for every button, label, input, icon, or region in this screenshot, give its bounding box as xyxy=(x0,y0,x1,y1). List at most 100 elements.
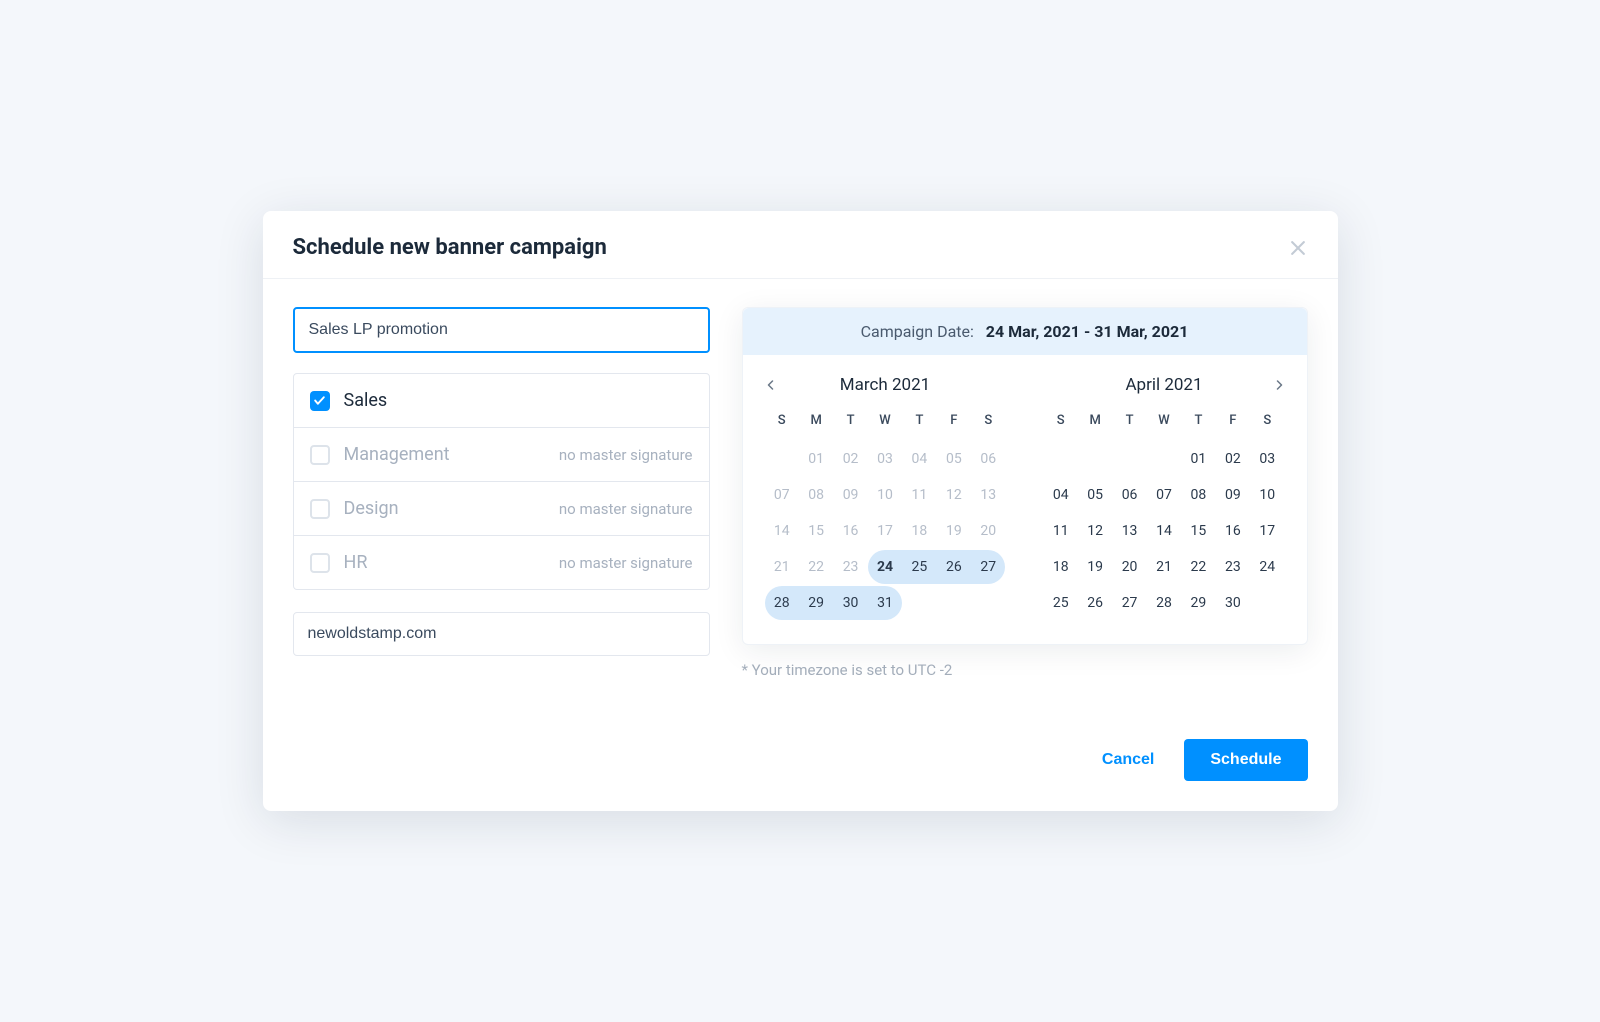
calendar-day[interactable]: 13 xyxy=(971,478,1005,512)
calendar-day[interactable]: 19 xyxy=(937,514,971,548)
department-checkbox[interactable] xyxy=(310,499,330,519)
calendar-day[interactable]: 04 xyxy=(1044,478,1078,512)
calendar-day[interactable]: 12 xyxy=(937,478,971,512)
calendar-day[interactable]: 12 xyxy=(1078,514,1112,548)
calendar-day[interactable]: 25 xyxy=(1044,586,1078,620)
dow-label: F xyxy=(1216,407,1250,434)
dow-label: T xyxy=(902,407,936,434)
calendar-day[interactable]: 23 xyxy=(833,550,867,584)
modal-body: SalesManagementno master signatureDesign… xyxy=(263,279,1338,679)
department-label: Management xyxy=(344,444,545,465)
calendar-day[interactable]: 19 xyxy=(1078,550,1112,584)
calendar-day[interactable]: 26 xyxy=(1078,586,1112,620)
calendar-day[interactable]: 01 xyxy=(1181,442,1215,476)
calendar-day[interactable]: 28 xyxy=(765,586,799,620)
calendar-day[interactable]: 08 xyxy=(1181,478,1215,512)
calendar-day xyxy=(1044,442,1078,476)
department-checkbox[interactable] xyxy=(310,391,330,411)
calendar-day[interactable]: 24 xyxy=(868,550,902,584)
calendar-day[interactable]: 04 xyxy=(902,442,936,476)
department-label: Sales xyxy=(344,390,693,411)
calendar-day[interactable]: 31 xyxy=(868,586,902,620)
campaign-url-input[interactable] xyxy=(293,612,710,656)
month-grid: 0102030405060708091011121314151617181920… xyxy=(765,442,1006,620)
calendar-day[interactable]: 27 xyxy=(1112,586,1146,620)
calendar-day[interactable]: 26 xyxy=(937,550,971,584)
month-head: April 2021 xyxy=(1044,369,1285,407)
calendar-day[interactable]: 03 xyxy=(1250,442,1284,476)
calendar-day[interactable]: 22 xyxy=(799,550,833,584)
calendar-day[interactable]: 17 xyxy=(1250,514,1284,548)
calendar-day[interactable]: 11 xyxy=(1044,514,1078,548)
calendar-day[interactable]: 11 xyxy=(902,478,936,512)
calendar-day[interactable]: 18 xyxy=(902,514,936,548)
calendar-day[interactable]: 29 xyxy=(799,586,833,620)
department-hint: no master signature xyxy=(559,554,693,572)
calendar-day[interactable]: 30 xyxy=(833,586,867,620)
calendar-day[interactable]: 30 xyxy=(1216,586,1250,620)
campaign-name-input[interactable] xyxy=(293,307,710,353)
calendar-day[interactable]: 20 xyxy=(1112,550,1146,584)
calendar-day[interactable]: 20 xyxy=(971,514,1005,548)
modal-header: Schedule new banner campaign xyxy=(263,211,1338,279)
calendar-day xyxy=(902,586,936,620)
calendar-day[interactable]: 09 xyxy=(1216,478,1250,512)
date-range-label: Campaign Date: xyxy=(861,322,974,341)
department-hint: no master signature xyxy=(559,446,693,464)
calendar-day[interactable]: 06 xyxy=(971,442,1005,476)
calendar-day[interactable]: 21 xyxy=(1147,550,1181,584)
calendar-day[interactable]: 14 xyxy=(765,514,799,548)
calendar-day[interactable]: 01 xyxy=(799,442,833,476)
close-button[interactable] xyxy=(1288,238,1308,258)
calendar-day[interactable]: 05 xyxy=(937,442,971,476)
prev-month-button[interactable] xyxy=(765,379,777,391)
month: March 2021SMTWTFS 0102030405060708091011… xyxy=(765,369,1006,622)
calendar-day[interactable]: 18 xyxy=(1044,550,1078,584)
calendar-day[interactable]: 13 xyxy=(1112,514,1146,548)
calendar-day[interactable]: 16 xyxy=(833,514,867,548)
calendar-day[interactable]: 17 xyxy=(868,514,902,548)
calendar-day[interactable]: 28 xyxy=(1147,586,1181,620)
calendar-day[interactable]: 14 xyxy=(1147,514,1181,548)
calendar-day[interactable]: 06 xyxy=(1112,478,1146,512)
check-icon xyxy=(313,394,326,407)
calendar-day[interactable]: 25 xyxy=(902,550,936,584)
week-row: 010203 xyxy=(1044,442,1285,476)
calendar-day[interactable]: 10 xyxy=(868,478,902,512)
week-row: 07080910111213 xyxy=(765,478,1006,512)
months-container: March 2021SMTWTFS 0102030405060708091011… xyxy=(743,355,1307,644)
department-checkbox[interactable] xyxy=(310,445,330,465)
calendar-day[interactable]: 21 xyxy=(765,550,799,584)
calendar-day xyxy=(1147,442,1181,476)
schedule-button[interactable]: Schedule xyxy=(1184,739,1307,781)
calendar-day[interactable]: 10 xyxy=(1250,478,1284,512)
department-checkbox[interactable] xyxy=(310,553,330,573)
department-list: SalesManagementno master signatureDesign… xyxy=(293,373,710,590)
calendar-day[interactable]: 23 xyxy=(1216,550,1250,584)
calendar-day[interactable]: 15 xyxy=(799,514,833,548)
calendar-day[interactable]: 09 xyxy=(833,478,867,512)
calendar-day[interactable]: 03 xyxy=(868,442,902,476)
next-month-button[interactable] xyxy=(1273,379,1285,391)
calendar-day[interactable]: 07 xyxy=(765,478,799,512)
department-item[interactable]: Sales xyxy=(294,374,709,428)
calendar-day[interactable]: 29 xyxy=(1181,586,1215,620)
cancel-button[interactable]: Cancel xyxy=(1092,739,1164,781)
timezone-note: * Your timezone is set to UTC -2 xyxy=(742,661,1308,679)
calendar-day[interactable]: 27 xyxy=(971,550,1005,584)
calendar-day xyxy=(1078,442,1112,476)
calendar-day[interactable]: 22 xyxy=(1181,550,1215,584)
calendar-day[interactable]: 02 xyxy=(833,442,867,476)
calendar-day[interactable]: 07 xyxy=(1147,478,1181,512)
calendar-day[interactable]: 08 xyxy=(799,478,833,512)
calendar-day[interactable]: 05 xyxy=(1078,478,1112,512)
modal-footer: Cancel Schedule xyxy=(263,739,1338,781)
calendar-day[interactable]: 02 xyxy=(1216,442,1250,476)
week-row: 18192021222324 xyxy=(1044,550,1285,584)
dow-label: T xyxy=(1112,407,1146,434)
calendar-day[interactable]: 24 xyxy=(1250,550,1284,584)
calendar-day[interactable]: 16 xyxy=(1216,514,1250,548)
month-title: March 2021 xyxy=(840,375,930,395)
week-row: 21222324252627 xyxy=(765,550,1006,584)
calendar-day[interactable]: 15 xyxy=(1181,514,1215,548)
